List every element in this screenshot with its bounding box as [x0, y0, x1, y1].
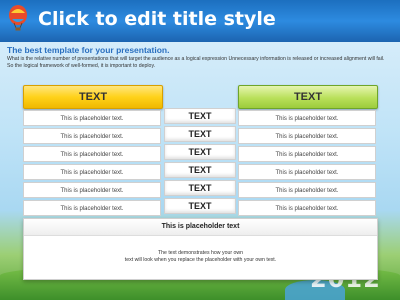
- bottom-box-line-2: text will look when you replace the plac…: [124, 257, 277, 263]
- left-cell-6[interactable]: This is placeholder text.: [23, 200, 161, 216]
- hot-air-balloon-icon: [9, 5, 27, 31]
- left-cell-4[interactable]: This is placeholder text.: [23, 164, 161, 180]
- middle-cell-4[interactable]: TEXT: [164, 162, 236, 178]
- middle-cell-1[interactable]: TEXT: [164, 108, 236, 124]
- right-cell-5[interactable]: This is placeholder text.: [238, 182, 376, 198]
- left-cell-2[interactable]: This is placeholder text.: [23, 128, 161, 144]
- right-cell-6[interactable]: This is placeholder text.: [238, 200, 376, 216]
- left-cell-3[interactable]: This is placeholder text.: [23, 146, 161, 162]
- slide-description[interactable]: What is the relative number of presentat…: [7, 56, 387, 70]
- right-column-header[interactable]: TEXT: [238, 85, 378, 109]
- left-column-header[interactable]: TEXT: [23, 85, 163, 109]
- bottom-text-box[interactable]: This is placeholder text The text demons…: [23, 218, 378, 280]
- bottom-box-line-1: The text demonstrates how your own: [157, 250, 244, 256]
- middle-cell-2[interactable]: TEXT: [164, 126, 236, 142]
- middle-cell-6[interactable]: TEXT: [164, 198, 236, 214]
- bottom-box-title[interactable]: This is placeholder text: [24, 219, 377, 236]
- right-cell-1[interactable]: This is placeholder text.: [238, 110, 376, 126]
- right-cell-3[interactable]: This is placeholder text.: [238, 146, 376, 162]
- bottom-box-body[interactable]: The text demonstrates how your own text …: [24, 250, 377, 264]
- middle-cell-3[interactable]: TEXT: [164, 144, 236, 160]
- left-cell-1[interactable]: This is placeholder text.: [23, 110, 161, 126]
- slide-title[interactable]: Click to edit title style: [38, 8, 276, 30]
- middle-cell-5[interactable]: TEXT: [164, 180, 236, 196]
- right-cell-4[interactable]: This is placeholder text.: [238, 164, 376, 180]
- slide-subtitle[interactable]: The best template for your presentation.: [7, 45, 169, 55]
- left-cell-5[interactable]: This is placeholder text.: [23, 182, 161, 198]
- right-cell-2[interactable]: This is placeholder text.: [238, 128, 376, 144]
